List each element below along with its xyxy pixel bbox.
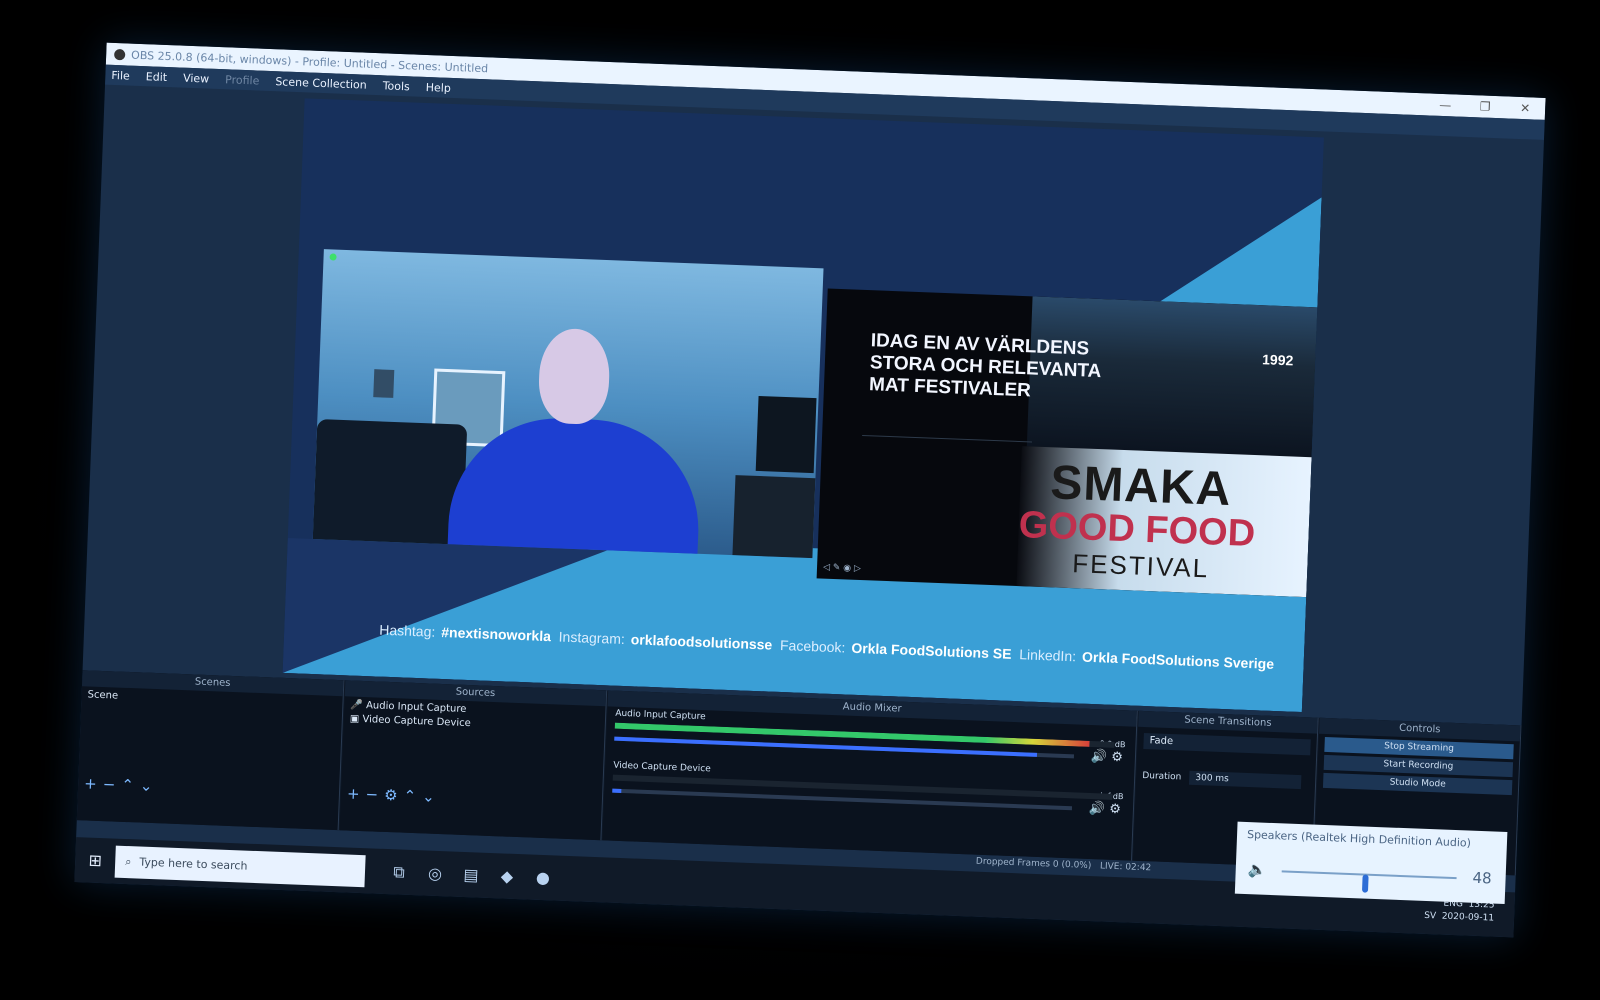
tray-date[interactable]: 2020-09-11 — [1442, 912, 1495, 924]
camera-icon: ▣ — [349, 713, 363, 725]
slide-toolbar-icons[interactable]: ◁ ✎ ◉ ▷ — [823, 563, 861, 574]
scenes-dock: Scenes Scene +−⌃⌄ — [76, 670, 345, 831]
slide-year: 1992 — [1261, 351, 1294, 369]
windows-start-icon[interactable]: ⊞ — [74, 837, 116, 884]
source-label: Video Capture Device — [362, 713, 471, 730]
tray-keyboard[interactable]: SV — [1424, 911, 1436, 921]
gear-icon[interactable]: ⚙ — [1111, 750, 1123, 765]
volume-slider[interactable] — [1281, 870, 1457, 893]
slide-headline: IDAG EN AV VÄRLDENS STORA OCH RELEVANTA … — [868, 330, 1102, 402]
presenter-head — [537, 327, 611, 426]
sources-dock: Sources 🎤 Audio Input Capture ▣ Video Ca… — [339, 680, 608, 841]
menu-file[interactable]: File — [111, 68, 130, 82]
webcam-feed — [312, 249, 824, 559]
scenes-toolbar: +−⌃⌄ — [84, 774, 159, 795]
volume-popup: Speakers (Realtek High Definition Audio)… — [1234, 821, 1508, 904]
task-view-icon[interactable]: ⧉ — [381, 861, 418, 882]
transition-select[interactable]: Fade — [1143, 732, 1311, 756]
speaker-icon[interactable]: 🔈 — [1247, 860, 1266, 879]
chrome-icon[interactable]: ◎ — [417, 863, 454, 884]
sofa — [312, 419, 468, 545]
gear-icon[interactable]: ⚙ — [384, 786, 404, 805]
speaker-icon[interactable]: 🔊 — [1089, 801, 1106, 817]
remove-icon[interactable]: − — [365, 785, 384, 804]
move-down-icon[interactable]: ⌄ — [422, 787, 441, 806]
volume-value: 48 — [1472, 868, 1492, 888]
cabinet — [732, 475, 816, 559]
remove-icon[interactable]: − — [102, 775, 121, 794]
add-icon[interactable]: + — [347, 784, 366, 803]
presentation-slide: IDAG EN AV VÄRLDENS STORA OCH RELEVANTA … — [816, 288, 1318, 598]
obs-app-icon — [114, 48, 126, 60]
teams-icon[interactable]: ◆ — [489, 865, 526, 886]
facebook-label: Facebook: — [779, 636, 846, 656]
search-icon: ⌕ — [125, 854, 132, 868]
preview-canvas[interactable]: IDAG EN AV VÄRLDENS STORA OCH RELEVANTA … — [282, 98, 1324, 713]
instagram-label: Instagram: — [558, 628, 626, 647]
add-icon[interactable]: + — [84, 774, 103, 793]
hashtag-label: Hashtag: — [379, 621, 436, 640]
duration-field[interactable]: 300 ms — [1189, 770, 1302, 790]
sources-toolbar: +−⚙⌃⌄ — [347, 784, 441, 806]
television — [755, 395, 817, 474]
volume-slider-thumb[interactable] — [1361, 874, 1369, 893]
live-timer: LIVE: 02:42 — [1099, 861, 1152, 874]
microphone-icon: 🎤 — [350, 699, 367, 712]
linkedin-label: LinkedIn: — [1018, 646, 1077, 665]
fader-level — [612, 788, 622, 793]
taskbar-search[interactable]: ⌕ Type here to search — [114, 845, 366, 887]
file-explorer-icon[interactable]: ▤ — [453, 864, 490, 885]
gear-icon[interactable]: ⚙ — [1109, 802, 1121, 817]
monitor: OBS 25.0.8 (64-bit, windows) - Profile: … — [0, 0, 1600, 1000]
move-up-icon[interactable]: ⌃ — [121, 776, 140, 795]
logo-festival: FESTIVAL — [1071, 548, 1210, 584]
transitions-title: Scene Transitions — [1138, 710, 1318, 734]
audio-mixer-dock: Audio Mixer Audio Input Capture 0.0 dB 🔊… — [602, 690, 1138, 861]
move-down-icon[interactable]: ⌄ — [140, 777, 159, 796]
dropped-frames: Dropped Frames 0 (0.0%) — [975, 856, 1092, 872]
search-placeholder: Type here to search — [139, 855, 248, 873]
menu-tools[interactable]: Tools — [382, 79, 410, 93]
slide-divider — [862, 434, 1033, 443]
menu-edit[interactable]: Edit — [146, 70, 168, 84]
recording-indicator-icon — [329, 253, 337, 261]
menu-help[interactable]: Help — [426, 80, 452, 94]
move-up-icon[interactable]: ⌃ — [403, 787, 422, 806]
maximize-button[interactable]: ❐ — [1465, 99, 1506, 115]
speaker-icon[interactable]: 🔊 — [1091, 749, 1108, 765]
minimize-button[interactable]: — — [1425, 97, 1466, 113]
studio-mode-button[interactable]: Studio Mode — [1322, 772, 1513, 796]
obs-window: OBS 25.0.8 (64-bit, windows) - Profile: … — [74, 42, 1546, 938]
menu-view[interactable]: View — [183, 71, 210, 85]
duration-label: Duration — [1142, 770, 1182, 783]
menu-scene-collection[interactable]: Scene Collection — [275, 75, 367, 92]
wall-frame — [373, 369, 395, 398]
logo-good-food: GOOD FOOD — [1018, 504, 1256, 556]
obs-taskbar-icon[interactable]: ● — [525, 867, 562, 888]
menu-profile[interactable]: Profile — [225, 73, 260, 87]
close-button[interactable]: ✕ — [1505, 100, 1546, 116]
